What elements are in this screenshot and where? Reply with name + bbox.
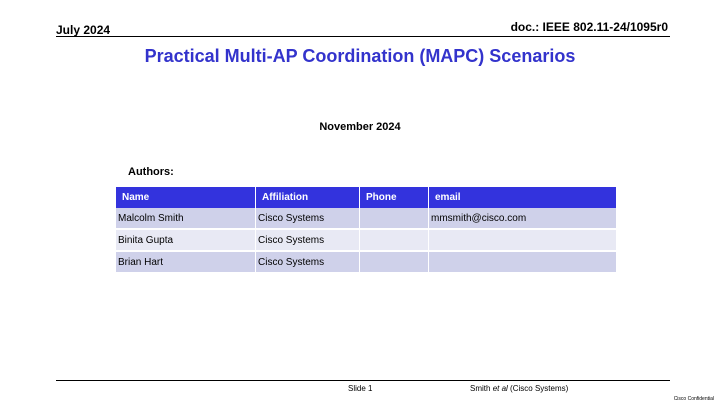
cell-phone bbox=[359, 229, 429, 252]
cell-name: Brian Hart bbox=[116, 251, 256, 274]
header-affiliation: Affiliation bbox=[255, 187, 360, 208]
footer-author-name: Smith bbox=[470, 384, 491, 393]
footer-author-org: (Cisco Systems) bbox=[510, 384, 569, 393]
header-name: Name bbox=[116, 187, 256, 208]
cell-affiliation: Cisco Systems bbox=[255, 208, 360, 230]
cell-affiliation: Cisco Systems bbox=[255, 229, 360, 252]
cell-email bbox=[428, 251, 616, 274]
table-row: Brian Hart Cisco Systems bbox=[116, 251, 616, 274]
table-row: Binita Gupta Cisco Systems bbox=[116, 229, 616, 252]
cell-affiliation: Cisco Systems bbox=[255, 251, 360, 274]
cell-phone bbox=[359, 251, 429, 274]
authors-label: Authors: bbox=[128, 166, 174, 178]
cell-email: mmsmith@cisco.com bbox=[428, 208, 616, 230]
cell-name: Malcolm Smith bbox=[116, 208, 256, 230]
presentation-date: November 2024 bbox=[319, 121, 401, 133]
confidential-label: Cisco Confidential bbox=[673, 396, 714, 402]
footer-author: Smith et al (Cisco Systems) bbox=[470, 384, 568, 393]
slide-title: Practical Multi-AP Coordination (MAPC) S… bbox=[144, 46, 576, 66]
cell-email bbox=[428, 229, 616, 252]
cell-name: Binita Gupta bbox=[116, 229, 256, 252]
footer-divider bbox=[56, 380, 670, 381]
header-phone: Phone bbox=[359, 187, 429, 208]
header-doc-id: doc.: IEEE 802.11-24/1095r0 bbox=[510, 20, 668, 34]
cell-phone bbox=[359, 208, 429, 230]
table-row: Malcolm Smith Cisco Systems mmsmith@cisc… bbox=[116, 208, 616, 230]
footer-author-etal: et al bbox=[492, 384, 508, 393]
slide-number: Slide 1 bbox=[348, 384, 373, 393]
header-email: email bbox=[428, 187, 616, 208]
authors-table-header: Name Affiliation Phone email bbox=[116, 187, 616, 208]
header-date: July 2024 bbox=[56, 23, 111, 37]
header-divider bbox=[56, 36, 670, 37]
authors-table: Name Affiliation Phone email Malcolm Smi… bbox=[116, 187, 616, 274]
